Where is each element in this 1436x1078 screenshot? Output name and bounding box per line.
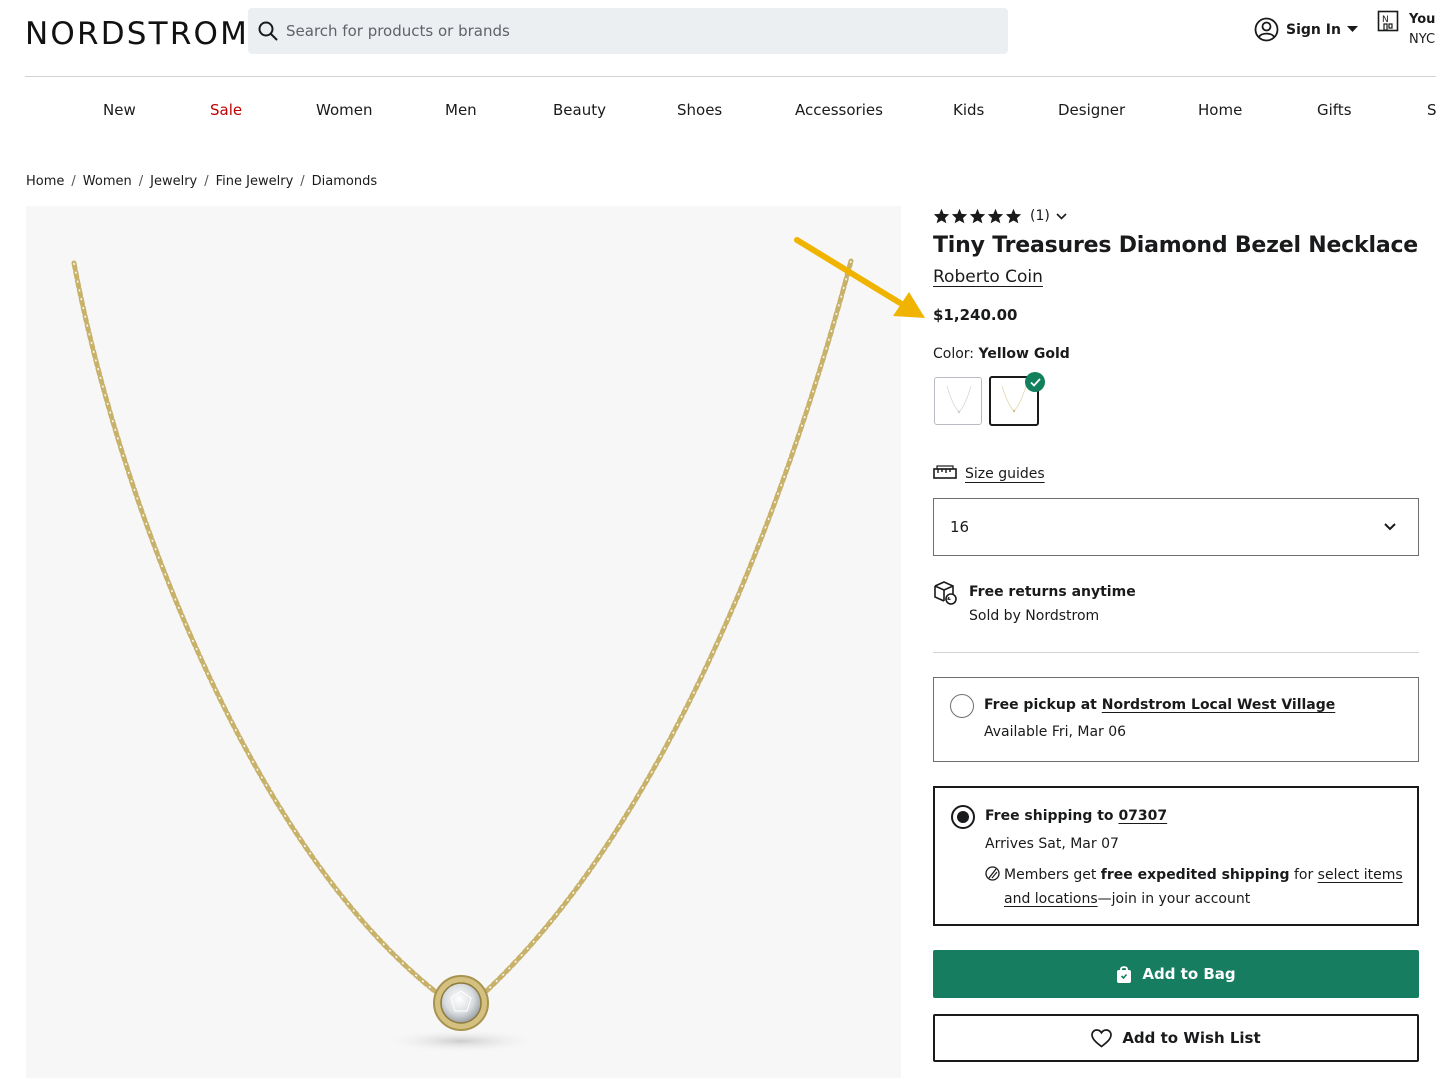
header-divider [25, 76, 1436, 77]
breadcrumb-home[interactable]: Home [26, 174, 64, 189]
nav-gifts[interactable]: Gifts [1317, 101, 1352, 119]
store-selector[interactable]: N Your NYC [1377, 10, 1436, 50]
sold-by: Sold by Nordstrom [969, 608, 1100, 624]
breadcrumb-separator: / [71, 174, 76, 189]
rating[interactable]: (1) [933, 208, 1067, 224]
pickup-store-link[interactable]: Nordstrom Local West Village [1102, 697, 1336, 713]
heart-icon [1091, 1028, 1113, 1048]
necklace-illustration [71, 258, 854, 1053]
product-image[interactable] [26, 206, 901, 1078]
nav-sale[interactable]: Sale [210, 101, 242, 119]
star-icon [1005, 208, 1022, 224]
nordy-club-icon [985, 866, 1000, 881]
nav-shoes[interactable]: Shoes [677, 101, 722, 119]
breadcrumb-jewelry[interactable]: Jewelry [150, 174, 197, 189]
star-icon [969, 208, 986, 224]
shipping-title: Free shipping to 07307 [985, 808, 1167, 824]
member-bold: free expedited shipping [1100, 867, 1290, 883]
store-icon: N [1377, 10, 1399, 32]
breadcrumb-separator: / [138, 174, 144, 189]
locations-link[interactable]: and locations [1004, 891, 1098, 907]
user-icon [1254, 17, 1279, 42]
nordstrom-logo[interactable]: NORDSTROM [25, 16, 249, 52]
select-items-link[interactable]: select items [1318, 867, 1403, 883]
breadcrumb-diamonds[interactable]: Diamonds [312, 174, 377, 189]
nav-designer[interactable]: Designer [1058, 101, 1125, 119]
star-icon [933, 208, 950, 224]
sign-in-label: Sign In [1286, 21, 1341, 38]
search-icon [258, 21, 278, 41]
store-label: Your [1409, 12, 1436, 27]
color-label: Color: Yellow Gold [933, 346, 1070, 362]
search-bar[interactable] [248, 8, 1008, 54]
pickup-title: Free pickup at Nordstrom Local West Vill… [984, 697, 1335, 713]
main-nav: New Sale Women Men Beauty Shoes Accessor… [0, 101, 1436, 125]
swatch-necklace-thumbnail [946, 385, 972, 414]
chevron-down-icon [1346, 26, 1358, 32]
annotation-arrow [794, 237, 925, 318]
selected-check-icon [1025, 372, 1045, 392]
breadcrumb: Home / Women / Jewelry / Fine Jewelry / … [26, 174, 377, 189]
returns-info: Free returns anytime Sold by Nordstrom [933, 580, 1136, 628]
chevron-down-icon [1384, 523, 1396, 531]
pickup-radio[interactable] [950, 694, 974, 718]
add-to-wish-list-label: Add to Wish List [1122, 1029, 1261, 1047]
returns-box-icon [934, 581, 957, 605]
nav-women[interactable]: Women [316, 101, 372, 119]
shopping-bag-icon [1117, 965, 1132, 983]
breadcrumb-fine-jewelry[interactable]: Fine Jewelry [216, 174, 294, 189]
size-guides-link[interactable]: Size guides [933, 465, 1045, 482]
breadcrumb-women[interactable]: Women [83, 174, 132, 189]
shipping-arrival: Arrives Sat, Mar 07 [985, 836, 1119, 852]
shipping-zip-link[interactable]: 07307 [1118, 808, 1167, 824]
size-guide-icon [933, 465, 957, 479]
shipping-radio[interactable] [951, 805, 975, 829]
shipping-prefix: Free shipping to [985, 808, 1114, 824]
sign-in-button[interactable]: Sign In [1254, 17, 1358, 42]
product-price: $1,240.00 [933, 306, 1018, 324]
member-text-2: for [1293, 867, 1314, 883]
nav-home[interactable]: Home [1198, 101, 1242, 119]
size-select[interactable]: 16 [933, 498, 1419, 556]
store-location: NYC [1409, 32, 1436, 47]
member-shipping-note: Members get free expedited shipping for … [1004, 863, 1404, 911]
returns-title: Free returns anytime [969, 584, 1136, 600]
add-to-wish-list-button[interactable]: Add to Wish List [933, 1014, 1419, 1062]
pickup-prefix: Free pickup at [984, 697, 1097, 713]
breadcrumb-separator: / [204, 174, 209, 189]
brand-link[interactable]: Roberto Coin [933, 267, 1043, 287]
color-label-text: Color: [933, 346, 975, 362]
nav-new[interactable]: New [103, 101, 136, 119]
member-text-3: —join in your account [1097, 891, 1251, 907]
color-value: Yellow Gold [978, 346, 1070, 362]
star-icon [987, 208, 1004, 224]
rating-count: (1) [1030, 208, 1050, 224]
product-title: Tiny Treasures Diamond Bezel Necklace [933, 233, 1419, 258]
nav-kids[interactable]: Kids [953, 101, 984, 119]
size-guides-label: Size guides [965, 465, 1045, 482]
pickup-option[interactable]: Free pickup at Nordstrom Local West Vill… [933, 677, 1419, 762]
nav-accessories[interactable]: Accessories [795, 101, 883, 119]
member-text-1: Members get [1004, 867, 1097, 883]
search-input[interactable] [286, 22, 966, 40]
nav-beauty[interactable]: Beauty [553, 101, 606, 119]
nav-men[interactable]: Men [445, 101, 477, 119]
star-rating [933, 208, 1022, 224]
star-icon [951, 208, 968, 224]
chevron-down-icon [1056, 212, 1067, 220]
section-divider [933, 652, 1419, 653]
shipping-option[interactable]: Free shipping to 07307 Arrives Sat, Mar … [933, 786, 1419, 926]
add-to-bag-label: Add to Bag [1142, 965, 1236, 983]
add-to-bag-button[interactable]: Add to Bag [933, 950, 1419, 998]
swatch-white-gold[interactable] [934, 377, 982, 425]
pickup-availability: Available Fri, Mar 06 [984, 724, 1127, 740]
nav-truncated[interactable]: S [1427, 101, 1436, 119]
breadcrumb-separator: / [300, 174, 305, 189]
size-select-value: 16 [950, 518, 970, 536]
